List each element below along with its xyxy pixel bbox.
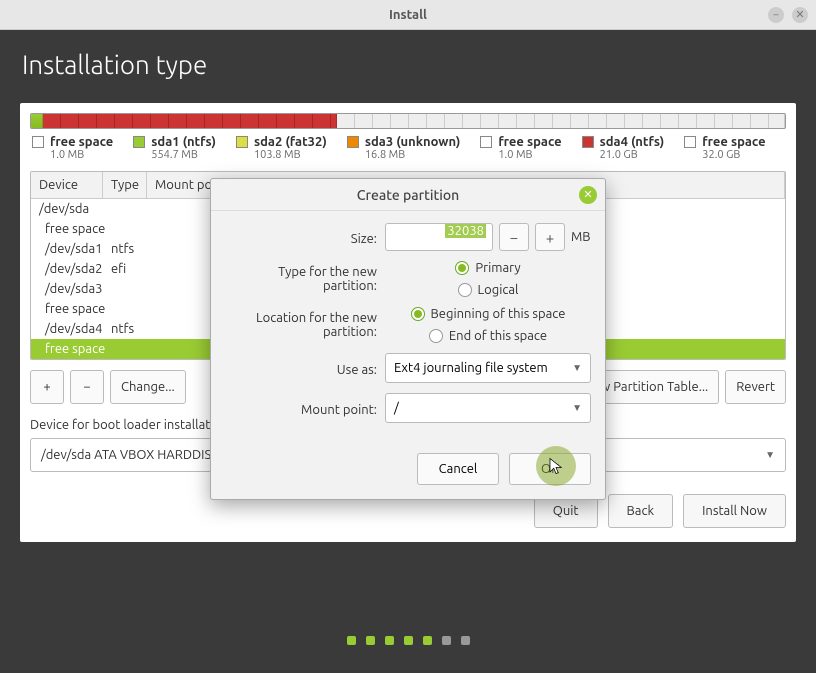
add-partition-button[interactable]: + bbox=[30, 370, 64, 404]
legend-label: free space bbox=[498, 135, 561, 149]
dialog-close-button[interactable]: ✕ bbox=[579, 186, 597, 204]
step-dot bbox=[461, 636, 470, 645]
legend-item: sda4 (ntfs)21.0 GB bbox=[582, 135, 665, 161]
create-partition-dialog: Create partition ✕ Size: 32038 − + MB Ty… bbox=[210, 178, 606, 500]
partition-type-label: Type for the new partition: bbox=[225, 261, 385, 293]
legend-label: sda4 (ntfs) bbox=[600, 135, 665, 149]
install-now-button[interactable]: Install Now bbox=[683, 494, 786, 528]
legend-size: 1.0 MB bbox=[50, 149, 113, 161]
legend-swatch bbox=[582, 136, 594, 148]
legend-label: free space bbox=[702, 135, 765, 149]
minimize-button[interactable]: − bbox=[768, 7, 784, 23]
step-dot bbox=[347, 636, 356, 645]
radio-icon bbox=[455, 261, 469, 275]
revert-button[interactable]: Revert bbox=[725, 370, 786, 404]
seg-sda4 bbox=[43, 114, 337, 128]
radio-logical[interactable]: Logical bbox=[458, 283, 519, 297]
dialog-title: Create partition bbox=[357, 187, 459, 203]
legend-size: 554.7 MB bbox=[151, 149, 216, 161]
legend-label: sda3 (unknown) bbox=[365, 135, 460, 149]
cell-device: free space bbox=[39, 302, 111, 316]
chevron-down-icon: ▼ bbox=[572, 362, 582, 374]
back-button[interactable]: Back bbox=[608, 494, 674, 528]
legend-swatch bbox=[347, 136, 359, 148]
legend-swatch bbox=[133, 136, 145, 148]
ok-button[interactable]: OK bbox=[509, 453, 591, 485]
step-dot bbox=[366, 636, 375, 645]
cell-device: /dev/sda2 bbox=[39, 262, 111, 276]
chevron-down-icon: ▼ bbox=[765, 449, 775, 461]
legend-label: free space bbox=[50, 135, 113, 149]
size-increment-button[interactable]: + bbox=[535, 223, 565, 251]
legend-size: 1.0 MB bbox=[498, 149, 561, 161]
legend-swatch bbox=[480, 136, 492, 148]
cell-type: efi bbox=[111, 262, 155, 276]
progress-dots bbox=[0, 636, 816, 645]
size-input[interactable]: 32038 bbox=[385, 223, 493, 251]
legend-label: sda2 (fat32) bbox=[254, 135, 327, 149]
col-type[interactable]: Type bbox=[103, 172, 147, 198]
cell-device: /dev/sda4 bbox=[39, 322, 111, 336]
step-dot bbox=[404, 636, 413, 645]
page-title: Installation type bbox=[22, 50, 796, 79]
window-title: Install bbox=[389, 8, 427, 22]
size-decrement-button[interactable]: − bbox=[499, 223, 529, 251]
legend-size: 103.8 MB bbox=[254, 149, 327, 161]
radio-end[interactable]: End of this space bbox=[429, 329, 547, 343]
legend-swatch bbox=[236, 136, 248, 148]
size-label: Size: bbox=[225, 228, 385, 246]
partition-legend: free space1.0 MBsda1 (ntfs)554.7 MBsda2 … bbox=[30, 135, 786, 161]
cell-type bbox=[111, 202, 155, 216]
cell-type: ntfs bbox=[111, 242, 155, 256]
legend-item: free space32.0 GB bbox=[684, 135, 765, 161]
cell-type: ntfs bbox=[111, 322, 155, 336]
seg-sda1 bbox=[31, 114, 43, 128]
close-button[interactable]: ✕ bbox=[792, 7, 808, 23]
window-titlebar: Install − ✕ bbox=[0, 0, 816, 30]
legend-item: free space1.0 MB bbox=[480, 135, 561, 161]
mount-point-label: Mount point: bbox=[225, 399, 385, 417]
cell-type bbox=[111, 302, 155, 316]
cell-device: /dev/sda3 bbox=[39, 282, 111, 296]
legend-size: 16.8 MB bbox=[365, 149, 460, 161]
partition-usage-bar bbox=[30, 113, 786, 129]
col-device[interactable]: Device bbox=[31, 172, 103, 198]
remove-partition-button[interactable]: − bbox=[70, 370, 104, 404]
change-partition-button[interactable]: Change... bbox=[110, 370, 186, 404]
step-dot bbox=[442, 636, 451, 645]
radio-icon bbox=[411, 307, 425, 321]
radio-icon bbox=[429, 329, 443, 343]
seg-free bbox=[337, 114, 785, 128]
chevron-down-icon: ▼ bbox=[572, 402, 582, 414]
legend-swatch bbox=[32, 136, 44, 148]
radio-beginning[interactable]: Beginning of this space bbox=[411, 307, 566, 321]
cancel-button[interactable]: Cancel bbox=[417, 453, 499, 485]
cell-device: free space bbox=[39, 342, 111, 356]
cell-type bbox=[111, 222, 155, 236]
legend-size: 32.0 GB bbox=[702, 149, 765, 161]
legend-size: 21.0 GB bbox=[600, 149, 665, 161]
step-dot bbox=[385, 636, 394, 645]
cell-device: /dev/sda bbox=[39, 202, 111, 216]
use-as-select[interactable]: Ext4 journaling file system ▼ bbox=[385, 353, 591, 383]
partition-location-label: Location for the new partition: bbox=[225, 307, 385, 339]
legend-item: sda2 (fat32)103.8 MB bbox=[236, 135, 327, 161]
window-controls: − ✕ bbox=[768, 7, 808, 23]
cell-type bbox=[111, 342, 155, 356]
size-unit: MB bbox=[571, 230, 591, 244]
legend-label: sda1 (ntfs) bbox=[151, 135, 216, 149]
use-as-label: Use as: bbox=[225, 359, 385, 377]
cell-device: /dev/sda1 bbox=[39, 242, 111, 256]
legend-item: sda3 (unknown)16.8 MB bbox=[347, 135, 460, 161]
legend-swatch bbox=[684, 136, 696, 148]
dialog-titlebar: Create partition ✕ bbox=[211, 179, 605, 211]
radio-primary[interactable]: Primary bbox=[455, 261, 520, 275]
radio-icon bbox=[458, 283, 472, 297]
mount-point-select[interactable]: / ▼ bbox=[385, 393, 591, 423]
step-dot bbox=[423, 636, 432, 645]
legend-item: sda1 (ntfs)554.7 MB bbox=[133, 135, 216, 161]
cell-device: free space bbox=[39, 222, 111, 236]
legend-item: free space1.0 MB bbox=[32, 135, 113, 161]
cell-type bbox=[111, 282, 155, 296]
